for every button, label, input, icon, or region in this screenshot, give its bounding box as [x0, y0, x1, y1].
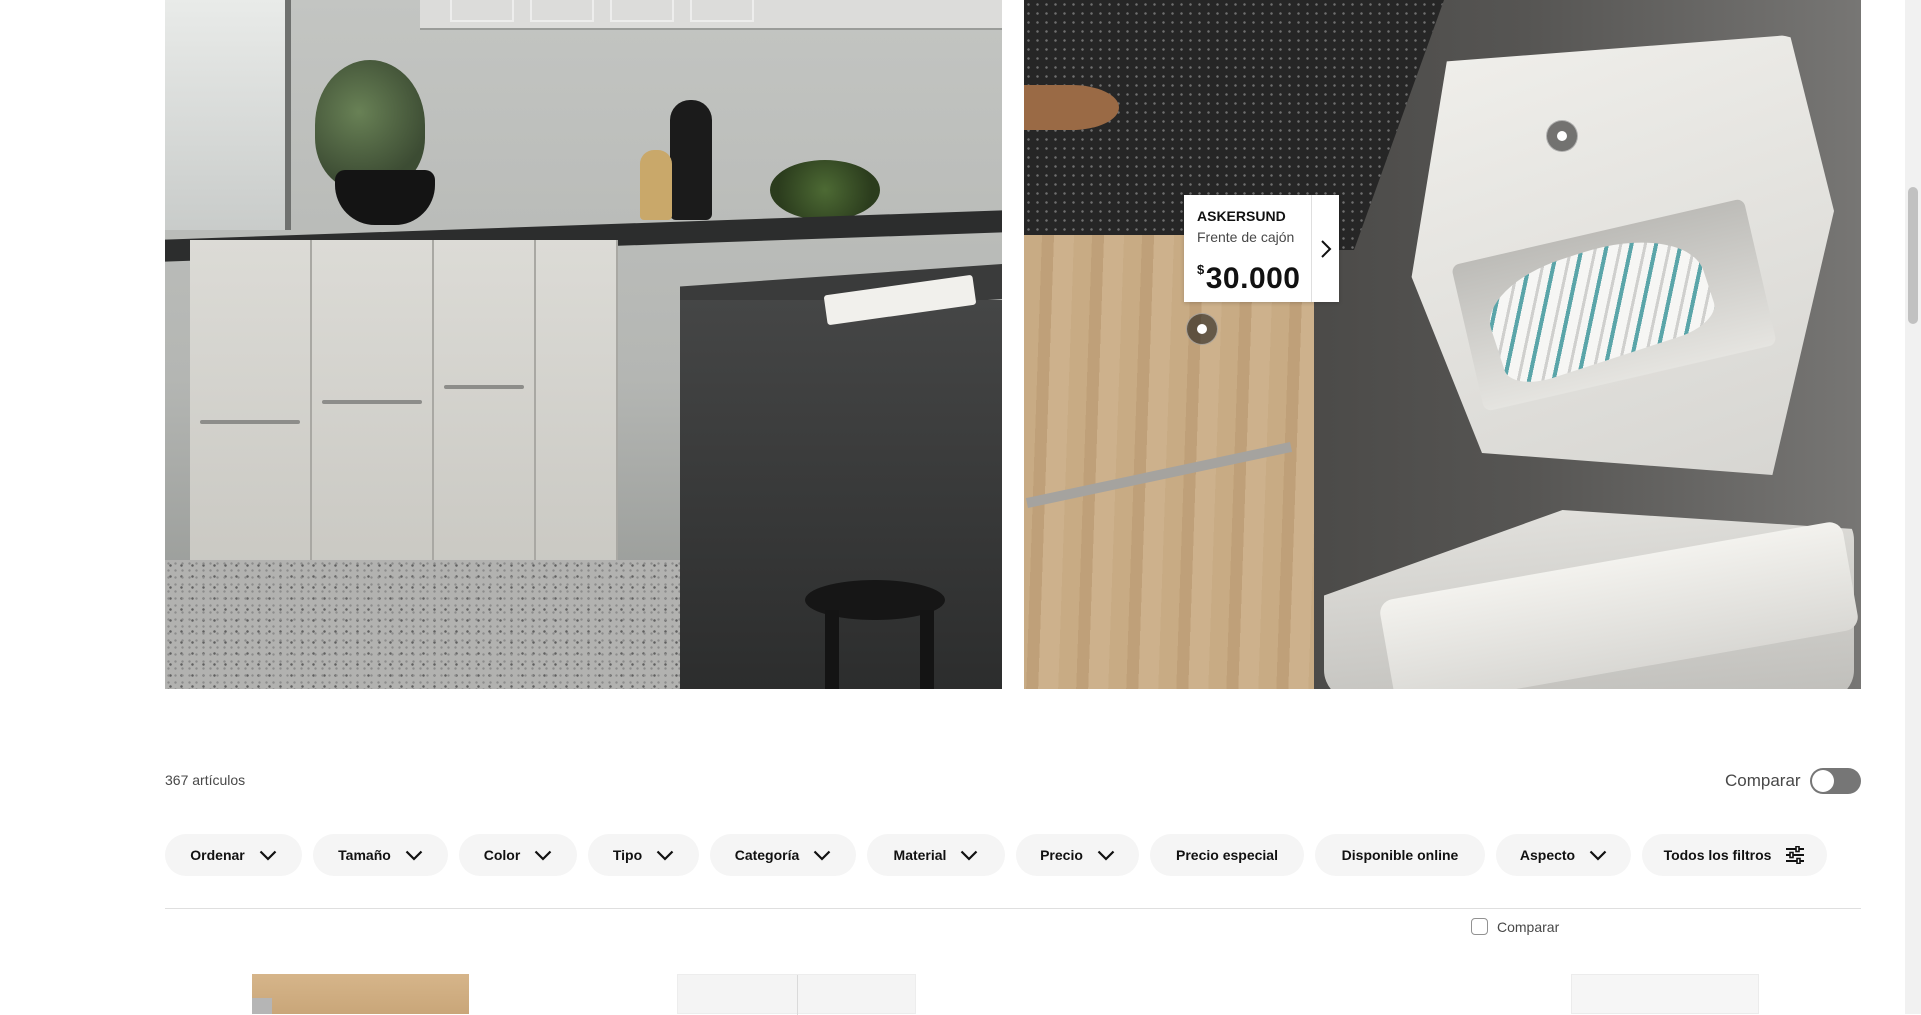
chevron-down-icon	[656, 850, 674, 861]
compare-checkbox-label: Comparar	[1497, 918, 1560, 935]
product-compare[interactable]: Comparar	[1471, 918, 1559, 935]
filter-label: Aspecto	[1519, 847, 1576, 863]
chevron-down-icon	[259, 850, 277, 861]
filter-label: Precio especial	[1176, 847, 1278, 863]
wooden-board	[1024, 85, 1119, 130]
filter-disponible-online[interactable]: Disponible online	[1315, 834, 1485, 876]
filter-aspecto[interactable]: Aspecto	[1496, 834, 1631, 876]
filter-label: Categoría	[734, 847, 800, 863]
filter-material[interactable]: Material	[867, 834, 1005, 876]
chevron-down-icon	[535, 850, 552, 861]
chevron-down-icon	[1097, 850, 1115, 861]
hero-image-kitchen[interactable]	[165, 0, 1002, 689]
toggle-knob	[1812, 770, 1834, 792]
kitchen-island	[680, 300, 1002, 689]
cabinet-handle	[444, 385, 524, 389]
product-image[interactable]	[677, 974, 916, 1015]
cutting-board-wood	[640, 150, 672, 220]
product-price: $30.000	[1197, 253, 1312, 296]
product-tag[interactable]: ASKERSUND Frente de cajón $30.000	[1184, 195, 1339, 302]
chevron-down-icon	[405, 850, 423, 861]
scrollbar-track[interactable]	[1905, 0, 1921, 1014]
product-tag-link[interactable]	[1311, 195, 1339, 302]
compare-toggle[interactable]	[1810, 768, 1861, 794]
stool-leg	[920, 610, 934, 689]
wood-drawer-front	[1024, 235, 1314, 689]
product-tag-body[interactable]: ASKERSUND Frente de cajón $30.000	[1184, 195, 1312, 302]
item-count: 367 artículos	[165, 772, 246, 788]
product-detail	[252, 998, 272, 1014]
product-detail	[797, 975, 798, 1015]
filter-label: Material	[893, 847, 947, 863]
cabinet-handle	[200, 420, 300, 424]
compare-label: Comparar	[1725, 771, 1801, 790]
product-hotspot[interactable]	[1546, 120, 1578, 152]
filter-label: Tipo	[612, 847, 643, 863]
filter-label: Ordenar	[190, 847, 245, 863]
product-hotspot-active[interactable]	[1186, 313, 1218, 345]
kitchen-window	[165, 0, 291, 230]
upper-cabinets	[420, 0, 1002, 30]
filter-label: Color	[483, 847, 521, 863]
hero-image-recycling[interactable]	[1024, 0, 1861, 689]
divider	[165, 908, 1861, 909]
compare-checkbox[interactable]	[1471, 918, 1488, 935]
chevron-down-icon	[814, 850, 831, 861]
filter-label: Todos los filtros	[1663, 847, 1772, 863]
filter-categoria[interactable]: Categoría	[710, 834, 856, 876]
chevron-right-icon	[1320, 239, 1331, 258]
filter-color[interactable]: Color	[459, 834, 577, 876]
filter-label: Disponible online	[1341, 847, 1459, 863]
filter-tamano[interactable]: Tamaño	[313, 834, 448, 876]
scrollbar-thumb[interactable]	[1908, 187, 1918, 324]
currency-symbol: $	[1197, 262, 1205, 277]
product-name: ASKERSUND	[1197, 208, 1286, 224]
price-value: 30.000	[1205, 262, 1301, 295]
filter-todos-los-filtros[interactable]: Todos los filtros	[1642, 834, 1827, 876]
filter-precio[interactable]: Precio	[1016, 834, 1139, 876]
filter-label: Tamaño	[338, 847, 391, 863]
filter-ordenar[interactable]: Ordenar	[165, 834, 302, 876]
vegetables	[770, 160, 880, 220]
filter-precio-especial[interactable]: Precio especial	[1150, 834, 1304, 876]
filter-tipo[interactable]: Tipo	[588, 834, 699, 876]
cabinet-handle	[322, 400, 422, 404]
product-description: Frente de cajón	[1197, 229, 1295, 245]
filter-label: Precio	[1040, 847, 1083, 863]
cutting-board-dark	[670, 100, 712, 220]
stool-leg	[825, 610, 839, 689]
chevron-down-icon	[961, 850, 978, 861]
filter-sliders-icon	[1786, 846, 1805, 864]
chevron-down-icon	[1589, 850, 1607, 861]
product-image[interactable]	[1571, 974, 1759, 1014]
product-image[interactable]	[252, 974, 469, 1014]
